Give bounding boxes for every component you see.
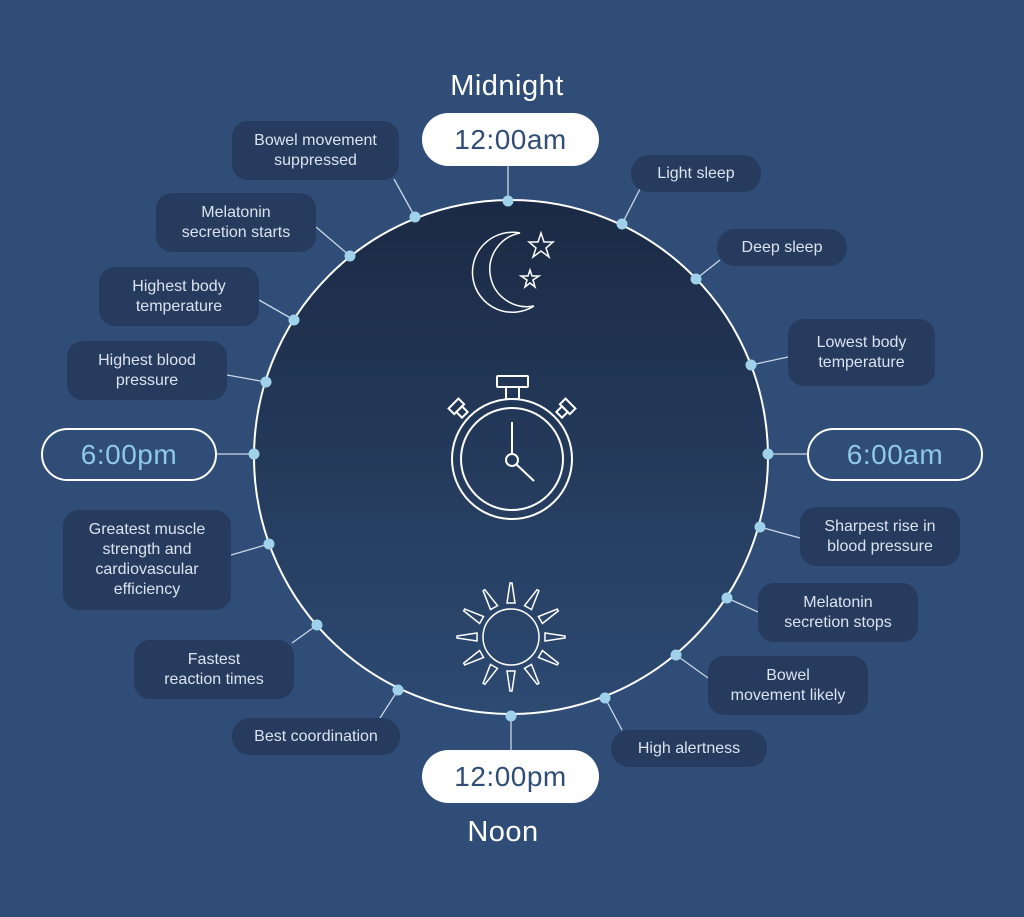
event-dot: [690, 273, 702, 285]
event-bowel-movement-likely: Bowel movement likely: [708, 656, 868, 715]
event-lowest-body-temperature: Lowest body temperature: [788, 319, 935, 386]
event-dot: [762, 448, 774, 460]
event-dot: [288, 314, 300, 326]
event-dot: [505, 710, 517, 722]
event-melatonin-starts: Melatonin secretion starts: [156, 193, 316, 252]
connector-line: [759, 526, 801, 539]
midnight-heading: Midnight: [450, 70, 564, 102]
event-dot: [344, 250, 356, 262]
time-marker-6pm: 6:00pm: [41, 428, 217, 481]
connector-line: [258, 299, 295, 321]
event-sharpest-rise-blood-pressure: Sharpest rise in blood pressure: [800, 507, 960, 566]
event-dot: [616, 218, 628, 230]
event-dot: [599, 692, 611, 704]
event-greatest-muscle-strength: Greatest muscle strength and cardiovascu…: [63, 510, 231, 610]
event-dot: [392, 684, 404, 696]
event-fastest-reaction: Fastest reaction times: [134, 640, 294, 699]
event-highest-blood-pressure: Highest blood pressure: [67, 341, 227, 400]
event-dot: [670, 649, 682, 661]
event-dot: [248, 448, 260, 460]
event-dot: [745, 359, 757, 371]
noon-heading: Noon: [467, 816, 539, 848]
time-marker-6am: 6:00am: [807, 428, 983, 481]
connector-line: [230, 543, 270, 556]
event-dot: [260, 376, 272, 388]
event-deep-sleep: Deep sleep: [717, 229, 847, 266]
connector-line: [393, 178, 416, 218]
connector-line: [226, 374, 267, 383]
connector-line: [315, 226, 351, 257]
event-dot: [721, 592, 733, 604]
event-dot: [502, 195, 514, 207]
event-dot: [311, 619, 323, 631]
connector-line: [621, 188, 641, 225]
event-dot: [754, 521, 766, 533]
connector-line: [675, 654, 709, 679]
event-highest-body-temperature: Highest body temperature: [99, 267, 259, 326]
event-dot: [409, 211, 421, 223]
event-light-sleep: Light sleep: [631, 155, 761, 192]
event-bowel-movement-suppressed: Bowel movement suppressed: [232, 121, 399, 180]
connector-line: [750, 356, 789, 366]
event-best-coordination: Best coordination: [232, 718, 400, 755]
time-marker-noon: 12:00pm: [422, 750, 599, 803]
event-dot: [263, 538, 275, 550]
time-marker-midnight: 12:00am: [422, 113, 599, 166]
event-melatonin-stops: Melatonin secretion stops: [758, 583, 918, 642]
event-high-alertness: High alertness: [611, 730, 767, 767]
